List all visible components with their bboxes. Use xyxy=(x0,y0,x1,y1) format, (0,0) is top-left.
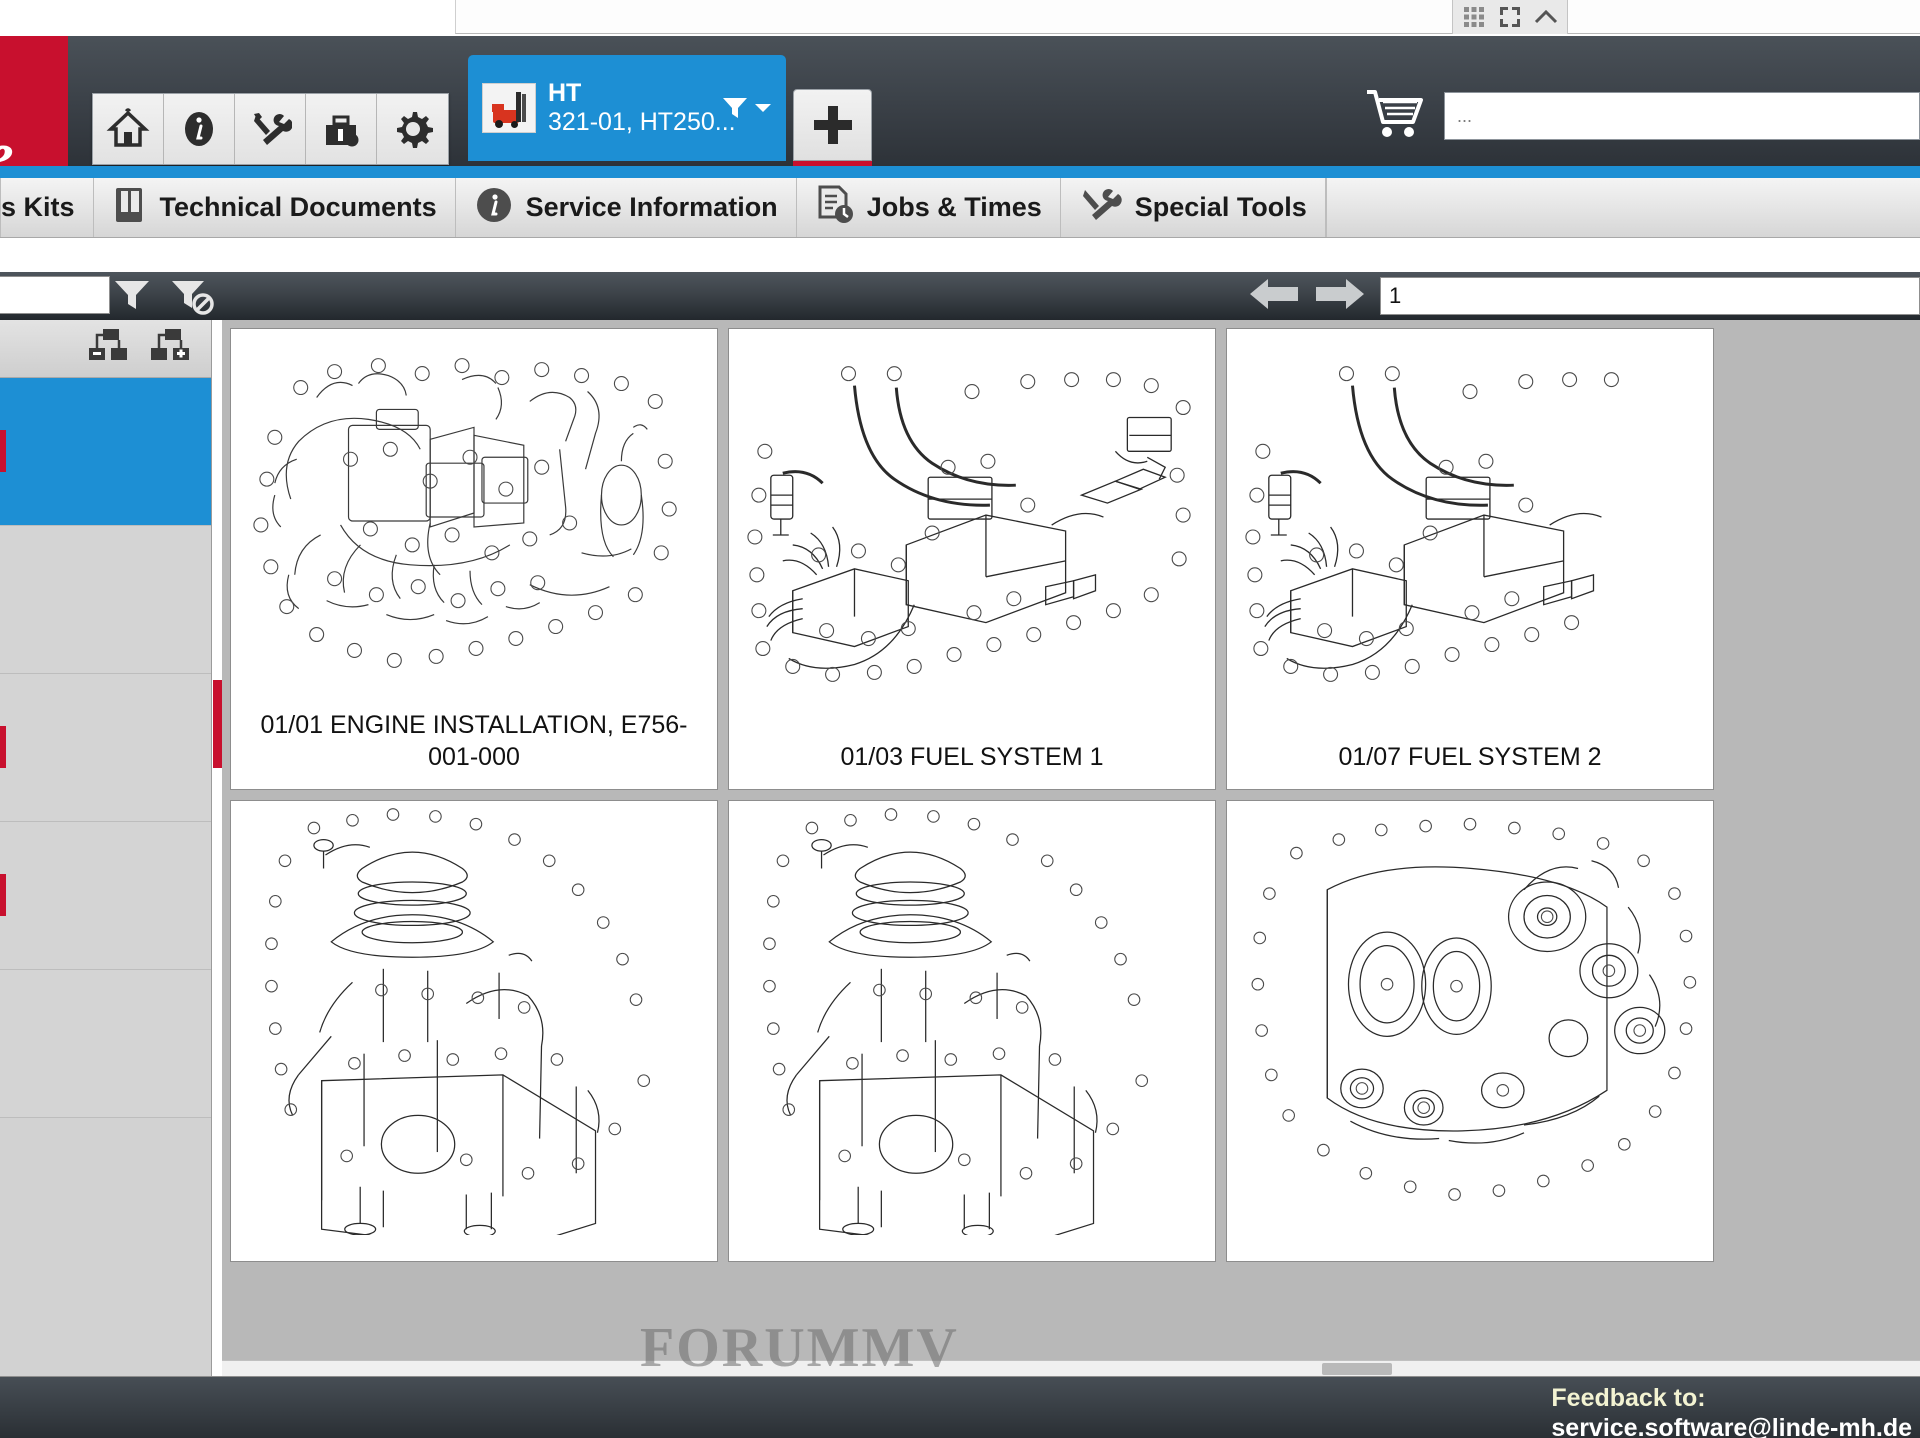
fullscreen-icon[interactable] xyxy=(1497,4,1523,30)
brand-logo: de xyxy=(0,36,68,175)
home-icon[interactable] xyxy=(93,94,164,164)
cylinder-head-2-diagram xyxy=(729,801,1215,1235)
menu-item-service-information[interactable]: Service Information xyxy=(456,178,797,237)
card-timing-case-caption xyxy=(1227,1235,1713,1261)
tree-row-2[interactable] xyxy=(0,526,211,674)
selected-card-marker xyxy=(213,680,222,768)
watermark-text: FORUMMV xyxy=(640,1317,959,1379)
fuel-system-2-diagram xyxy=(1227,329,1713,731)
add-tab-button[interactable] xyxy=(793,89,872,161)
vehicle-tab-dropdown[interactable] xyxy=(721,95,772,121)
shopping-cart-icon[interactable] xyxy=(1365,88,1427,147)
app-footer: Feedback to: service.software@linde-mh.d… xyxy=(0,1376,1920,1438)
menu-item-jobs-and-times[interactable]: Jobs & Times xyxy=(797,178,1061,237)
thumbnail-grid-panel: 01/01 ENGINE INSTALLATION, E756-001-000 xyxy=(222,320,1920,1438)
grid-view-icon[interactable] xyxy=(1461,4,1487,30)
tree-toolbar xyxy=(0,320,211,378)
tree-row-marker xyxy=(0,874,6,916)
card-timing-case[interactable] xyxy=(1226,800,1714,1262)
arrow-right-icon[interactable] xyxy=(1314,274,1366,319)
scrollbar-thumb[interactable] xyxy=(1322,1363,1392,1375)
tree-row-marker xyxy=(0,430,6,472)
vehicle-tab[interactable]: HT 321-01, HT250... xyxy=(468,55,786,161)
feedback-block: Feedback to: service.software@linde-mh.d… xyxy=(1551,1383,1912,1438)
filter-search-input[interactable] xyxy=(0,276,110,314)
document-clock-icon xyxy=(815,184,855,231)
card-fuel-system-1[interactable]: 01/03 FUEL SYSTEM 1 xyxy=(728,328,1216,790)
card-engine-installation-caption: 01/01 ENGINE INSTALLATION, E756-001-000 xyxy=(260,711,688,771)
card-cylinder-head-1-caption xyxy=(231,1235,717,1261)
vehicle-tab-title: HT xyxy=(548,78,582,107)
menu-item-jobs-and-times-label: Jobs & Times xyxy=(866,192,1042,222)
collapse-up-icon[interactable] xyxy=(1533,4,1559,30)
main-menubar: s Kits Technical Documents Service Infor… xyxy=(0,178,1920,238)
vehicle-tab-subtitle: 321-01, HT250... xyxy=(548,108,736,136)
tools-icon[interactable] xyxy=(235,94,306,164)
arrow-left-icon[interactable] xyxy=(1248,274,1300,319)
card-engine-installation[interactable]: 01/01 ENGINE INSTALLATION, E756-001-000 xyxy=(230,328,718,790)
tree-row-5[interactable] xyxy=(0,970,211,1118)
card-fuel-system-1-caption: 01/03 FUEL SYSTEM 1 xyxy=(840,743,1104,771)
info-icon[interactable] xyxy=(164,94,235,164)
header-search-placeholder: ... xyxy=(1457,105,1473,126)
card-cylinder-head-2-caption xyxy=(729,1235,1215,1261)
tree-row-4[interactable] xyxy=(0,822,211,970)
header-search-input[interactable]: ... xyxy=(1444,92,1920,140)
card-cylinder-head-1[interactable] xyxy=(230,800,718,1262)
funnel-icon[interactable] xyxy=(112,277,152,320)
fuel-system-1-diagram xyxy=(729,329,1215,731)
thumbnail-grid: 01/01 ENGINE INSTALLATION, E756-001-000 xyxy=(230,328,1912,1262)
gear-icon[interactable] xyxy=(377,94,448,164)
menu-item-technical-documents-label: Technical Documents xyxy=(159,192,437,222)
navigation-tree-panel xyxy=(0,320,212,1438)
page-navigation: 1 xyxy=(1248,272,1920,320)
timing-case-diagram xyxy=(1227,801,1713,1235)
feedback-email[interactable]: service.software@linde-mh.de xyxy=(1551,1413,1912,1438)
menu-item-technical-documents[interactable]: Technical Documents xyxy=(94,178,456,237)
feedback-title: Feedback to: xyxy=(1551,1384,1706,1412)
funnel-clear-icon[interactable] xyxy=(170,277,216,322)
menu-item-special-tools-label: Special Tools xyxy=(1134,192,1307,222)
vehicle-thumbnail xyxy=(482,83,536,133)
page-number-value: 1 xyxy=(1389,283,1402,308)
chevron-down-icon xyxy=(755,104,771,112)
header-accent-band xyxy=(0,166,1920,178)
filter-funnel-icon xyxy=(723,98,747,118)
toolbox-icon[interactable] xyxy=(306,94,377,164)
header-icon-toolbar xyxy=(92,93,449,165)
browser-chrome-strip xyxy=(0,0,1920,36)
collapse-tree-icon[interactable] xyxy=(85,326,133,371)
menu-item-kits[interactable]: s Kits xyxy=(0,178,94,237)
menu-item-kits-label: s Kits xyxy=(1,192,75,222)
expand-tree-icon[interactable] xyxy=(147,326,195,371)
page-number-input[interactable]: 1 xyxy=(1380,277,1920,315)
browser-page-edge xyxy=(455,0,1920,34)
card-fuel-system-2[interactable]: 01/07 FUEL SYSTEM 2 xyxy=(1226,328,1714,790)
card-cylinder-head-2[interactable] xyxy=(728,800,1216,1262)
engine-installation-diagram xyxy=(231,329,717,699)
tree-row-1[interactable] xyxy=(0,378,211,526)
cylinder-head-1-diagram xyxy=(231,801,717,1235)
book-icon xyxy=(112,185,148,230)
tree-row-marker xyxy=(0,726,6,768)
info-circle-icon xyxy=(474,185,514,230)
menubar-filler xyxy=(1325,178,1920,237)
content-horizontal-scrollbar[interactable] xyxy=(222,1360,1920,1376)
wrench-screwdriver-icon xyxy=(1079,184,1123,231)
menu-item-service-information-label: Service Information xyxy=(525,192,778,222)
tree-row-3[interactable] xyxy=(0,674,211,822)
window-controls xyxy=(1452,0,1568,34)
card-fuel-system-2-caption: 01/07 FUEL SYSTEM 2 xyxy=(1338,743,1602,771)
menu-item-special-tools[interactable]: Special Tools xyxy=(1061,178,1326,237)
